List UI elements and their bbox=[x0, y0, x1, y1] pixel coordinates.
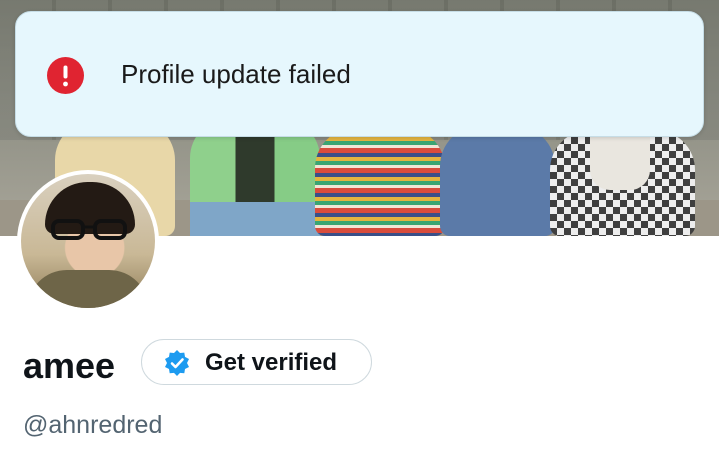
verified-badge-icon bbox=[164, 350, 190, 376]
user-handle: @ahnredred bbox=[23, 411, 163, 439]
banner-person bbox=[440, 126, 555, 236]
error-toast[interactable]: Profile update failed bbox=[15, 11, 704, 137]
get-verified-button[interactable]: Get verified bbox=[141, 339, 372, 385]
avatar[interactable] bbox=[17, 170, 159, 312]
banner-person bbox=[550, 130, 695, 236]
get-verified-label: Get verified bbox=[205, 349, 338, 376]
display-name: amee bbox=[23, 345, 116, 386]
toast-message: Profile update failed bbox=[121, 59, 351, 89]
avatar-photo bbox=[21, 174, 155, 308]
error-icon bbox=[47, 57, 84, 94]
banner-person bbox=[315, 128, 445, 236]
